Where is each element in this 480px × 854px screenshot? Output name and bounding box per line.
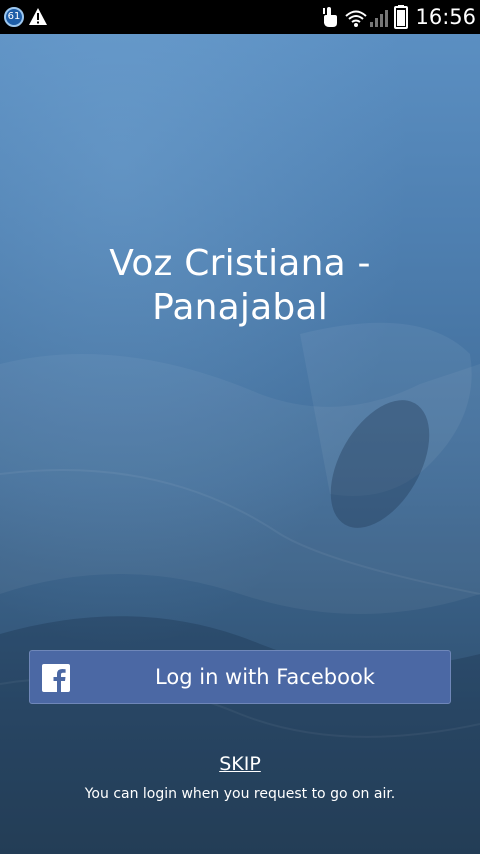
- warning-icon: [29, 8, 47, 25]
- status-bar: 61 16:56: [0, 0, 480, 34]
- app-title: Voz Cristiana - Panajabal: [109, 243, 371, 328]
- facebook-login-label: Log in with Facebook: [155, 665, 375, 689]
- wifi-icon: [345, 10, 367, 27]
- touch-icon: [323, 7, 337, 27]
- login-hint-text: You can login when you request to go on …: [84, 786, 396, 802]
- facebook-icon: [42, 664, 70, 692]
- status-time: 16:56: [415, 5, 476, 29]
- battery-icon: [394, 5, 408, 29]
- skip-link[interactable]: SKIP: [190, 752, 290, 776]
- signal-icon: [370, 10, 388, 27]
- facebook-login-button[interactable]: Log in with Facebook: [29, 650, 451, 704]
- screen: 61 16:56 Voz Cristiana - Panajabal Log i…: [0, 0, 480, 854]
- notification-count-icon: 61: [4, 7, 24, 27]
- background-image: [0, 34, 480, 854]
- notification-count: 61: [7, 11, 21, 22]
- welcome-screen: Voz Cristiana - Panajabal Log in with Fa…: [0, 34, 480, 854]
